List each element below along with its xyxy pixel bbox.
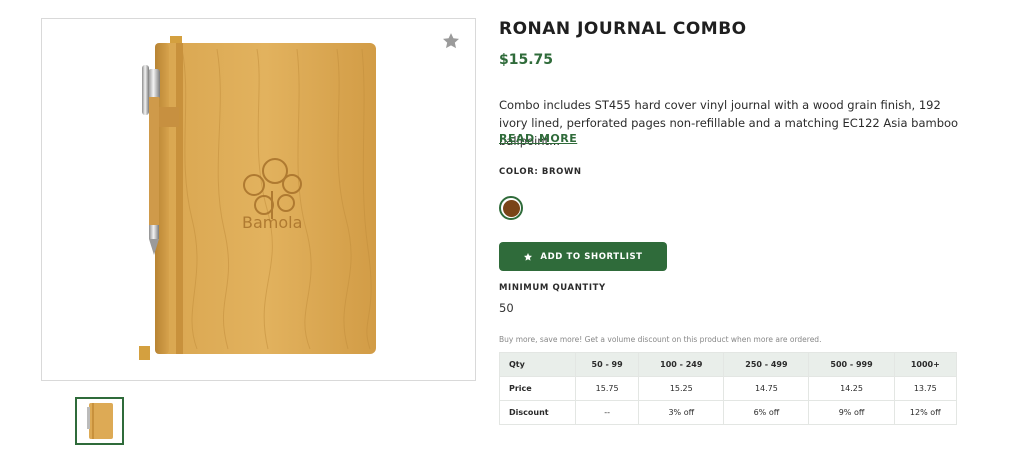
discount-cell: 12% off [893, 400, 958, 425]
star-icon [524, 252, 533, 261]
pricing-table: Qty 50 - 99 100 - 249 250 - 499 500 - 99… [499, 352, 958, 425]
header-cell-tier: 50 - 99 [574, 352, 640, 377]
product-price: $15.75 [499, 52, 554, 68]
volume-discount-note: Buy more, save more! Get a volume discou… [499, 335, 822, 344]
header-cell-tier: 250 - 499 [723, 352, 810, 377]
price-cell: 15.75 [574, 376, 640, 401]
favorite-star-icon[interactable] [441, 31, 461, 51]
main-product-image[interactable]: Bamola [41, 18, 476, 381]
discount-cell: 6% off [723, 400, 810, 425]
header-cell-tier: 100 - 249 [638, 352, 725, 377]
product-thumbnail[interactable] [75, 397, 124, 445]
price-cell: 13.75 [893, 376, 958, 401]
pricing-row-price: Price 15.75 15.25 14.75 14.25 13.75 [499, 376, 958, 401]
header-cell-tier: 500 - 999 [808, 352, 895, 377]
journal-image: Bamola [139, 36, 376, 360]
minimum-quantity-label: MINIMUM QUANTITY [499, 283, 606, 293]
discount-cell: -- [574, 400, 640, 425]
discount-cell: 3% off [638, 400, 725, 425]
pricing-row-discount: Discount -- 3% off 6% off 9% off 12% off [499, 400, 958, 425]
product-title: RONAN JOURNAL COMBO [499, 19, 747, 39]
color-label: COLOR: BROWN [499, 167, 582, 177]
pricing-header-row: Qty 50 - 99 100 - 249 250 - 499 500 - 99… [499, 352, 958, 377]
row-label: Discount [499, 400, 576, 425]
header-cell-tier: 1000+ [893, 352, 958, 377]
logo-text: Bamola [242, 213, 302, 232]
price-cell: 14.25 [808, 376, 895, 401]
color-swatch-fill [502, 199, 520, 217]
header-cell-qty: Qty [499, 352, 576, 377]
add-to-shortlist-button[interactable]: ADD TO SHORTLIST [499, 242, 667, 271]
thumbnail-image [87, 403, 113, 439]
color-swatch-brown[interactable] [499, 196, 523, 220]
shortlist-label: ADD TO SHORTLIST [540, 251, 643, 262]
read-more-link[interactable]: READ MORE [499, 132, 577, 145]
row-label: Price [499, 376, 576, 401]
price-cell: 15.25 [638, 376, 725, 401]
minimum-quantity-value: 50 [499, 301, 514, 315]
discount-cell: 9% off [808, 400, 895, 425]
price-cell: 14.75 [723, 376, 810, 401]
